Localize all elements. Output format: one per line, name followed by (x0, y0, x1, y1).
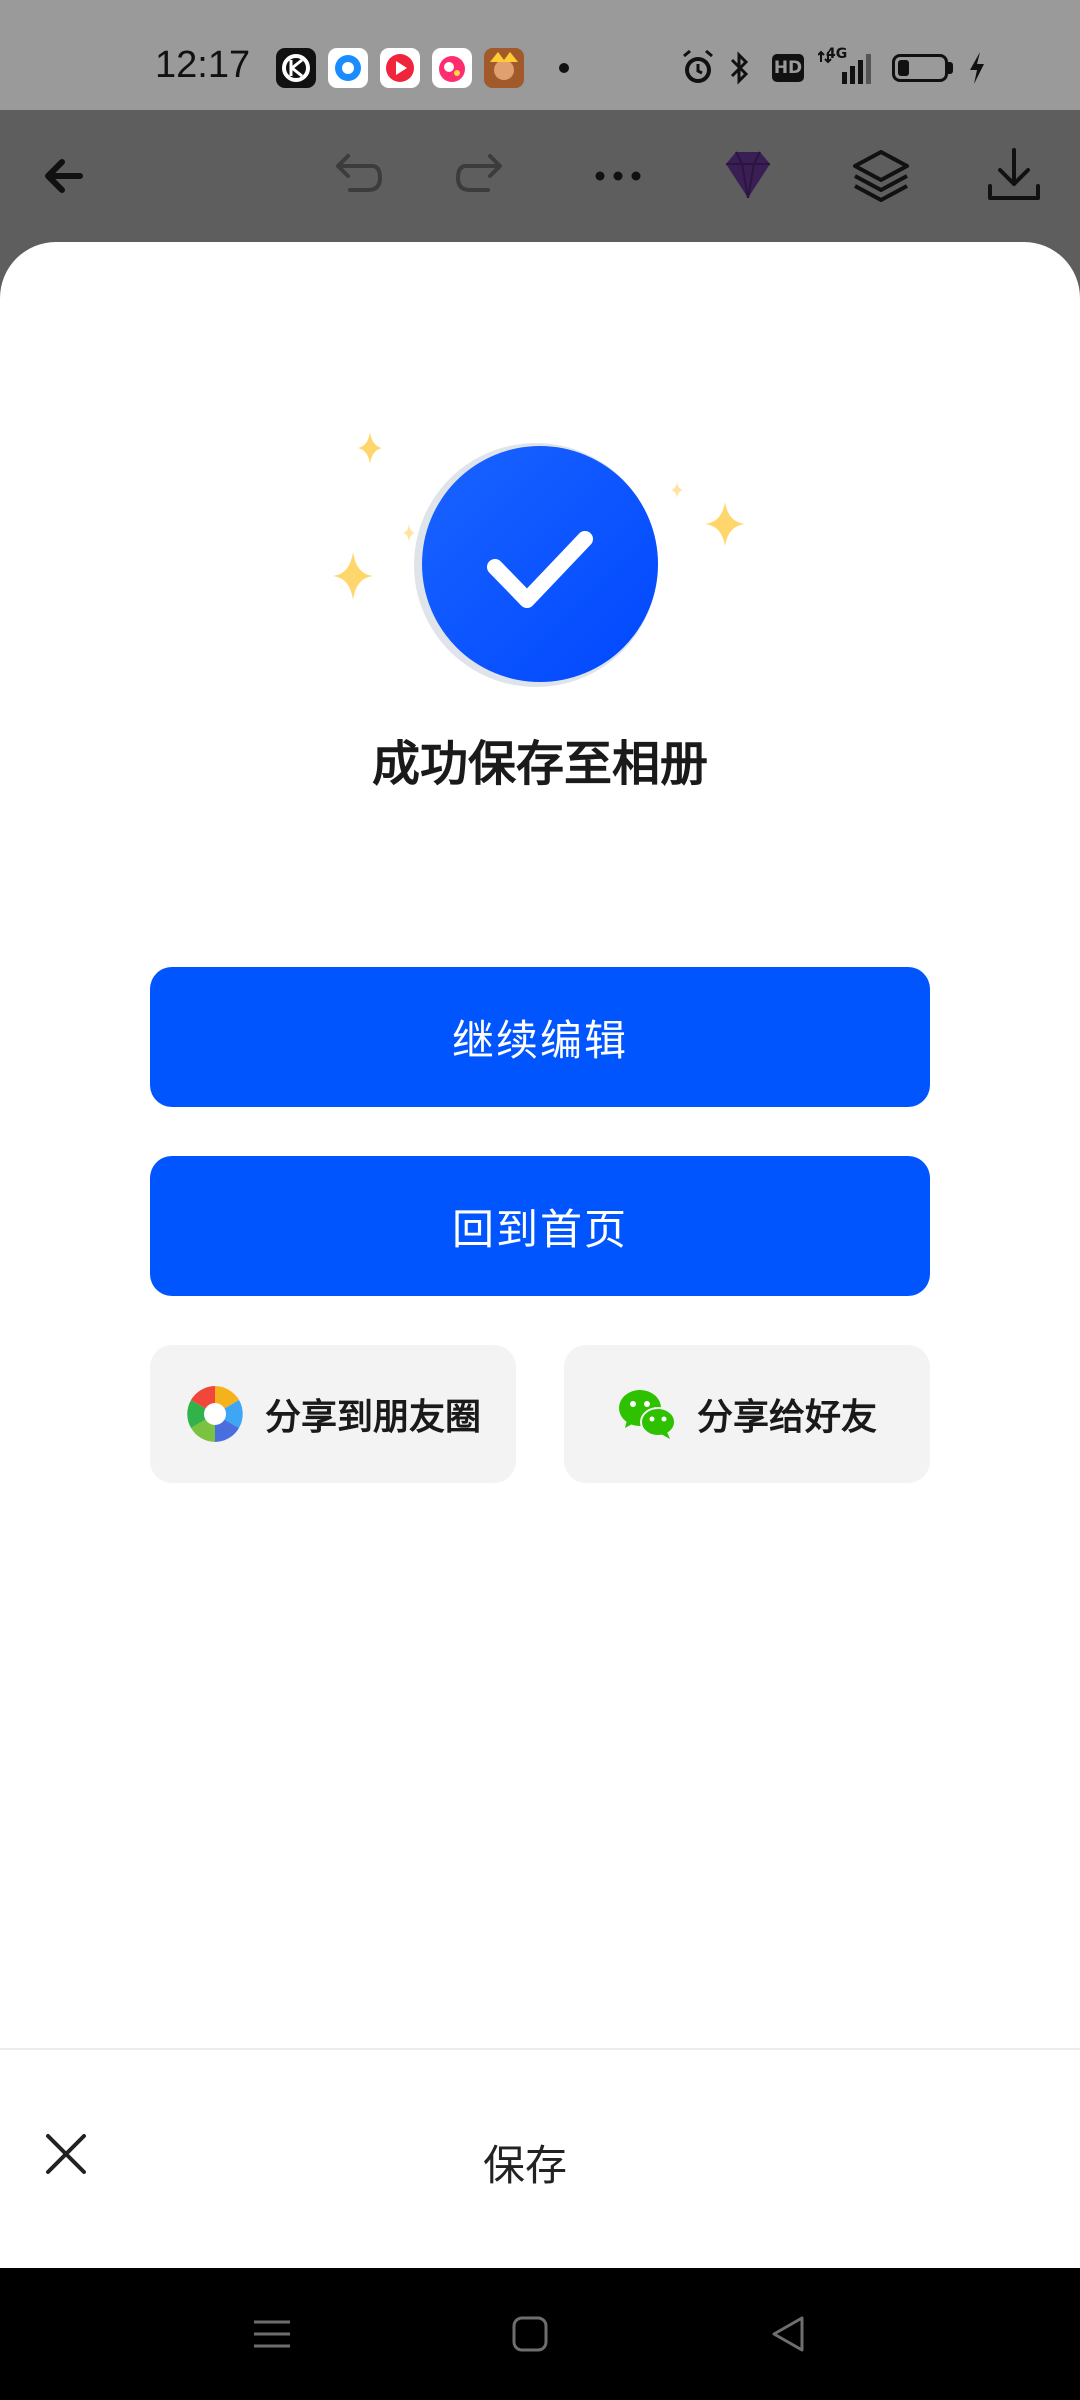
game-avatar-app-icon (484, 48, 524, 88)
back-home-button[interactable]: 回到首页 (150, 1156, 930, 1296)
sparkle-icon (403, 524, 415, 542)
charging-icon (970, 52, 984, 84)
layers-icon[interactable] (845, 140, 917, 212)
sparkle-icon (671, 482, 683, 498)
app-root: 12:17 HD 4G 成功保存至相册 继续编辑 回到首页 分享到朋友圈 分享给… (0, 0, 1080, 2400)
success-title: 成功保存至相册 (371, 736, 708, 792)
home-icon[interactable] (506, 2310, 554, 2358)
more-notifications-dot (559, 63, 569, 73)
sparkle-icon (333, 552, 373, 600)
back-arrow-icon[interactable] (28, 140, 100, 212)
share-friend-button[interactable]: 分享给好友 (564, 1345, 930, 1483)
status-right-icons: HD 4G (680, 46, 1000, 88)
sparkle-icon (358, 432, 382, 464)
status-time: 12:17 (155, 44, 251, 86)
message-app-icon (328, 48, 368, 88)
continue-edit-button[interactable]: 继续编辑 (150, 967, 930, 1107)
editor-toolbar (0, 110, 1080, 242)
video-app-icon (380, 48, 420, 88)
system-nav-bar (0, 2268, 1080, 2400)
premium-diamond-icon[interactable] (712, 140, 784, 212)
bottom-bar-divider (0, 2048, 1080, 2050)
menu-icon[interactable] (248, 2310, 296, 2358)
moments-icon (186, 1386, 243, 1442)
redo-icon[interactable] (448, 140, 520, 212)
download-icon[interactable] (978, 140, 1050, 212)
bluetooth-icon (730, 51, 749, 85)
kwai-app-icon (276, 48, 316, 88)
battery-level-fill (898, 60, 909, 76)
save-success-sheet: 成功保存至相册 继续编辑 回到首页 分享到朋友圈 分享给好友 保存 (0, 242, 1080, 2268)
undo-icon[interactable] (318, 140, 390, 212)
share-moments-button[interactable]: 分享到朋友圈 (150, 1345, 516, 1483)
share-friend-label: 分享给好友 (696, 1397, 877, 1438)
status-bar: 12:17 HD 4G (0, 0, 1080, 110)
more-icon[interactable] (582, 140, 654, 212)
qq-music-app-icon (432, 48, 472, 88)
battery-icon (892, 54, 954, 82)
bottom-bar-title: 保存 (482, 2141, 567, 2190)
sparkle-icon (705, 502, 745, 546)
wechat-icon (618, 1390, 676, 1439)
share-moments-label: 分享到朋友圈 (264, 1397, 481, 1438)
back-icon[interactable] (764, 2310, 812, 2358)
hd-icon: HD (772, 54, 804, 82)
success-check-icon (333, 432, 745, 687)
close-icon[interactable] (34, 2122, 98, 2186)
alarm-icon (683, 49, 713, 83)
4g-signal-icon: 4G (818, 46, 878, 88)
